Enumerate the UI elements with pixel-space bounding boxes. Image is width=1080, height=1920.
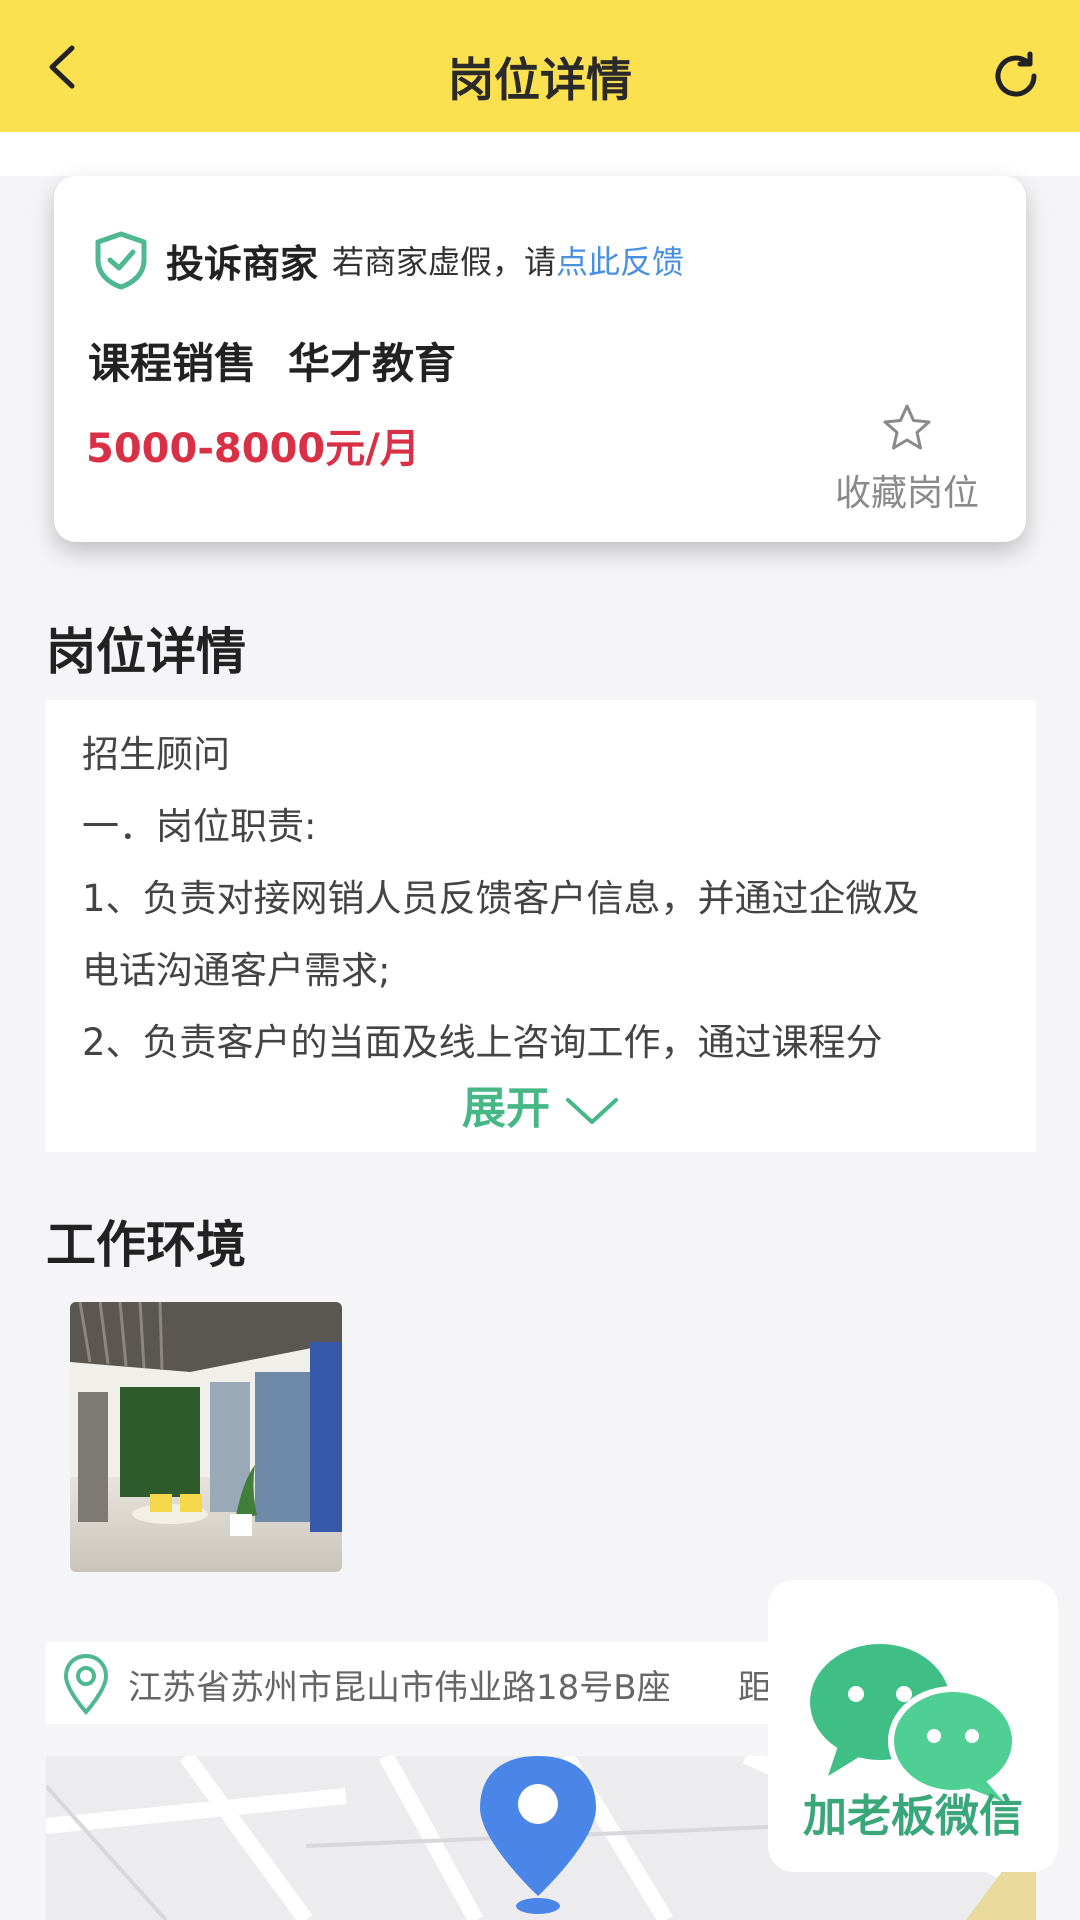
expand-label: 展开 bbox=[462, 1083, 550, 1134]
environment-section-title: 工作环境 bbox=[46, 1216, 246, 1274]
feedback-link[interactable]: 点此反馈 bbox=[556, 237, 684, 283]
chevron-down-icon bbox=[566, 1098, 618, 1124]
description-line: 一．岗位职责: bbox=[82, 805, 317, 848]
complaint-title: 投诉商家 bbox=[166, 241, 319, 286]
add-boss-wechat-button[interactable]: 加老板微信 bbox=[768, 1580, 1058, 1872]
office-photo[interactable] bbox=[70, 1302, 342, 1572]
complaint-row: 投诉商家 若商家虚假，请 点此反馈 bbox=[92, 230, 684, 290]
wechat-label: 加老板微信 bbox=[803, 1791, 1023, 1842]
refresh-icon[interactable] bbox=[988, 48, 1044, 104]
description-line: 2、负责客户的当面及线上咨询工作，通过课程分 bbox=[82, 1021, 883, 1064]
page-title: 岗位详情 bbox=[448, 53, 632, 107]
company-name: 华才教育 bbox=[288, 339, 457, 388]
description-line: 电话沟通客户需求; bbox=[82, 949, 391, 992]
job-summary-card: 投诉商家 若商家虚假，请 点此反馈 课程销售 华才教育 5000-8000元/月… bbox=[54, 176, 1026, 542]
complaint-hint: 若商家虚假，请 bbox=[332, 243, 557, 281]
star-icon bbox=[883, 404, 931, 450]
detail-section-title: 岗位详情 bbox=[46, 623, 246, 681]
top-bar: 岗位详情 bbox=[0, 0, 1080, 132]
favorite-button[interactable]: 收藏岗位 bbox=[832, 402, 982, 516]
address-text: 江苏省苏州市昆山市伟业路18号B座 bbox=[128, 1668, 671, 1708]
favorite-label: 收藏岗位 bbox=[834, 473, 979, 514]
salary-range: 5000-8000元/月 bbox=[86, 426, 420, 472]
expand-button[interactable]: 展开 bbox=[46, 1072, 1036, 1136]
description-line: 1、负责对接网销人员反馈客户信息，并通过企微及 bbox=[82, 877, 920, 920]
job-title-row: 课程销售 华才教育 bbox=[88, 330, 456, 391]
distance-text: 距 bbox=[738, 1668, 772, 1708]
job-description: 招生顾问 一．岗位职责: 1、负责对接网销人员反馈客户信息，并通过企微及 电话沟… bbox=[46, 700, 1036, 1152]
shield-check-icon bbox=[95, 231, 147, 290]
job-position: 课程销售 bbox=[88, 339, 257, 388]
location-pin-icon bbox=[63, 1653, 109, 1715]
description-line: 招生顾问 bbox=[82, 733, 230, 776]
header-spacer bbox=[0, 132, 1080, 176]
